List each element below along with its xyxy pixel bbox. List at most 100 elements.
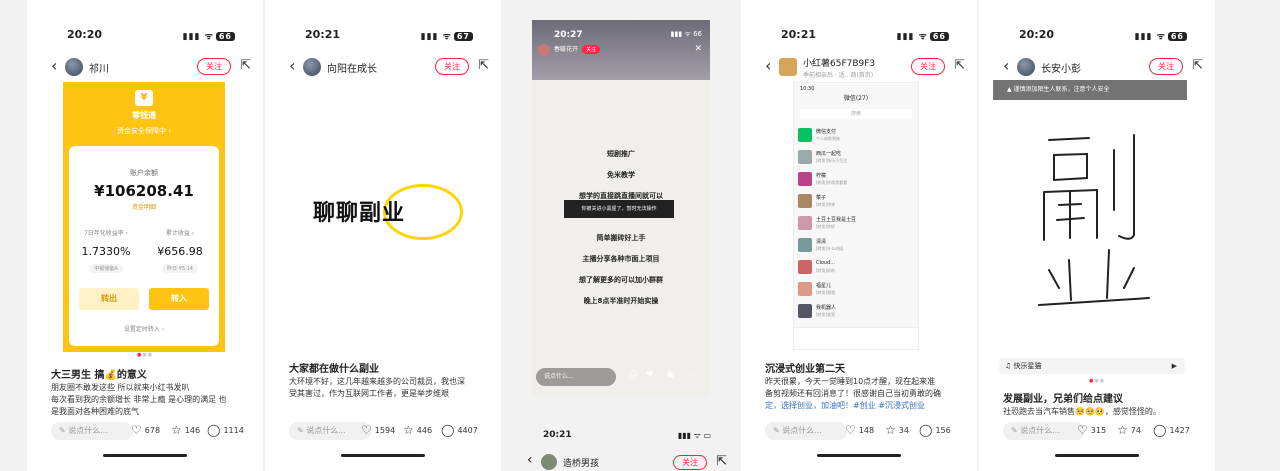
collect-count: 146 xyxy=(184,425,201,435)
livestream-screenshot: 20:27 ▮▮▮ ᯤ 66 春暖花开 关注 ✕ 短剧推广 免米教学 想学的直接… xyxy=(532,20,710,396)
back-icon[interactable]: ‹ xyxy=(527,452,533,468)
share-icon[interactable]: ⇱ xyxy=(478,58,489,73)
collect-count: 446 xyxy=(416,425,433,435)
like-button[interactable]: ♡ 148 xyxy=(845,424,874,436)
battery-icon: 67 xyxy=(453,32,473,41)
rate-chip: 中银储备A xyxy=(89,264,123,273)
chat-name: 微信支付 xyxy=(816,129,837,135)
share-icon[interactable]: ⇱ xyxy=(240,58,251,73)
post-card-5: 20:20 ▮▮▮ ᯤ 66 ‹ 长安小彭 关注 ⇱ ▲ 谨慎添加陌生人联系，注意… xyxy=(979,0,1215,471)
chat-row: 西瓜一起吃 [转发]快乐小生活 xyxy=(798,147,914,167)
like-button[interactable]: ♡ 678 xyxy=(131,424,160,436)
comments-button[interactable]: ◯ 4407 xyxy=(441,424,478,436)
comment-count: 1427 xyxy=(1169,425,1190,435)
chat-msg: [转发]你帮我看看 xyxy=(816,180,848,185)
home-indicator xyxy=(341,454,425,457)
like-button[interactable]: ♡ 315 xyxy=(1077,424,1106,436)
back-icon[interactable]: ‹ xyxy=(1003,56,1009,76)
follow-button[interactable]: 关注 xyxy=(911,58,945,75)
chat-bubble-icon: ◯ xyxy=(441,423,455,437)
auto-deposit-link: 设置定时转入 › xyxy=(123,326,165,333)
avatar xyxy=(798,172,812,186)
heart-icon: ♡ xyxy=(845,423,856,437)
share-icon[interactable]: ⇱ xyxy=(954,58,965,73)
comment-input[interactable]: ✎ 说点什么... xyxy=(289,422,371,440)
back-icon[interactable]: ‹ xyxy=(289,56,295,76)
post-card-2: 20:21 ▮▮▮ ᯤ 67 ‹ 向阳在成长 关注 ⇱ 聊聊副业 大家都在做什么副… xyxy=(265,0,501,471)
username[interactable]: 造桥男孩 xyxy=(563,456,599,469)
safety-banner: ▲ 谨慎添加陌生人联系，注意个人安全 xyxy=(993,80,1187,100)
post-card-4: 20:21 ▮▮▮ ᯤ 66 ‹ 小红薯65F7B9F3 季前相亲后 · 适...… xyxy=(741,0,977,471)
post-desc: 昨天很累，今天一觉睡到10点才醒，现在起来准 备剪视频还有回消息了！很感谢自己当… xyxy=(765,376,965,412)
like-button[interactable]: ♡ 1594 xyxy=(361,424,395,436)
chat-row: 福星儿 [转发]嗯嗯 xyxy=(798,279,914,299)
comments-button[interactable]: ◯ 1427 xyxy=(1153,424,1190,436)
comment-input[interactable]: ✎ 说点什么... xyxy=(1003,422,1085,440)
avatar[interactable] xyxy=(65,58,83,76)
music-bar[interactable]: ♫ 快乐星猫 ▶ xyxy=(999,358,1185,374)
collect-button[interactable]: ☆ 74 xyxy=(1117,424,1141,436)
engagement-bar: ✎ 说点什么... ♡ 1594 ☆ 446 ◯ 4407 xyxy=(265,420,501,442)
avatar xyxy=(798,260,812,274)
avatar xyxy=(798,238,812,252)
live-chat-input: 说点什么... xyxy=(536,368,616,386)
status-time: 20:21 xyxy=(305,28,341,41)
collect-button[interactable]: ☆ 446 xyxy=(403,424,432,436)
follow-button[interactable]: 关注 xyxy=(435,58,469,75)
battery-icon: 66 xyxy=(1167,32,1187,41)
back-icon[interactable]: ‹ xyxy=(765,56,771,76)
follow-button[interactable]: 关注 xyxy=(673,455,707,470)
avatar[interactable] xyxy=(541,454,557,470)
share-icon[interactable]: ⇱ xyxy=(716,454,727,469)
post-header: ‹ 小红薯65F7B9F3 季前相亲后 · 适...商(首页) 关注 ⇱ xyxy=(741,56,977,79)
chat-name: 清清 xyxy=(816,239,827,245)
wallet-screenshot: ¥ 零钱通 资金安全保障中 › 账户余额 ¥106208.41 资金明细 7日年… xyxy=(63,82,225,352)
signal-icon: ▮▮▮ ᯤ 66 xyxy=(1135,29,1187,42)
collect-button[interactable]: ☆ 34 xyxy=(885,424,909,436)
cover-text: 聊聊副业 xyxy=(313,200,406,226)
chat-name: 福星儿 xyxy=(816,283,832,289)
username[interactable]: 长安小彭 xyxy=(1041,60,1081,75)
username[interactable]: 向阳在成长 xyxy=(327,60,377,75)
signal-icon: ▮▮▮ ᯤ 66 xyxy=(670,30,702,38)
balance-label: 账户余额 xyxy=(130,169,158,177)
post-title: 沉浸式创业第二天 xyxy=(765,364,845,375)
share-icon[interactable]: ⇱ xyxy=(1192,58,1203,73)
play-icon[interactable]: ▶ xyxy=(1172,358,1177,374)
comment-input[interactable]: ✎ 说点什么... xyxy=(765,422,847,440)
blocked-toast: 你被关进小黑屋了，暂时无法操作 xyxy=(564,200,674,218)
chat-row: 我机器人 [转发]收到 xyxy=(798,301,914,321)
follow-button[interactable]: 关注 xyxy=(197,58,231,75)
chat-row: 柠檬 [转发]你帮我看看 xyxy=(798,169,914,189)
avatar xyxy=(798,150,812,164)
username[interactable]: 小红薯65F7B9F3 xyxy=(803,56,875,69)
post-header: ‹ 长安小彭 关注 ⇱ xyxy=(979,56,1215,78)
comments-button[interactable]: ◯ 156 xyxy=(919,424,951,436)
comment-placeholder: 说点什么... xyxy=(782,426,822,435)
comments-button[interactable]: ◯ 1114 xyxy=(207,424,244,436)
rate-label: 7日年化收益率 › xyxy=(83,230,129,237)
post-card-1: 20:20 ▮▮▮ ᯤ 66 ‹ 祁川 关注 ⇱ ¥ 零钱通 资金安全保障中 › … xyxy=(27,0,263,471)
rate-column: 7日年化收益率 › 1.7330% 中银储备A xyxy=(71,228,141,273)
chat-search: 搜索 xyxy=(800,109,912,119)
avatar[interactable] xyxy=(1017,58,1035,76)
collect-button[interactable]: ☆ 146 xyxy=(171,424,200,436)
avatar[interactable] xyxy=(303,58,321,76)
back-icon[interactable]: ‹ xyxy=(51,56,57,76)
username[interactable]: 祁川 xyxy=(89,60,109,75)
chat-msg: [转发]拼单 xyxy=(816,202,836,207)
desc-line: 昨天很累，今天一觉睡到10点才醒，现在起来准 xyxy=(765,377,936,386)
live-line: 晚上8点半准时开始实操 xyxy=(583,297,659,305)
chat-row: 土豆土豆我是土豆 [转发]你好 xyxy=(798,213,914,233)
chat-msg: [转发]什么时候 xyxy=(816,246,844,251)
avatar[interactable] xyxy=(779,58,797,76)
live-text-lines: 短剧推广 免米教学 想学的直接跳直播间就可以 . 简单搬砖好上手 主播分享各种市… xyxy=(532,144,710,312)
shop-icon: ▣ xyxy=(666,370,675,380)
follow-button[interactable]: 关注 xyxy=(1149,58,1183,75)
earn-column: 累计收益 › ¥656.98 昨日 ¥5.14 xyxy=(145,228,215,273)
rate-value: 1.7330% xyxy=(81,245,131,258)
earn-chip: 昨日 ¥5.14 xyxy=(162,264,198,273)
signal-icon: ▮▮▮ ᯤ 67 xyxy=(421,29,473,42)
chat-msg: [转发]你好 xyxy=(816,224,836,229)
comment-input[interactable]: ✎ 说点什么... xyxy=(51,422,133,440)
